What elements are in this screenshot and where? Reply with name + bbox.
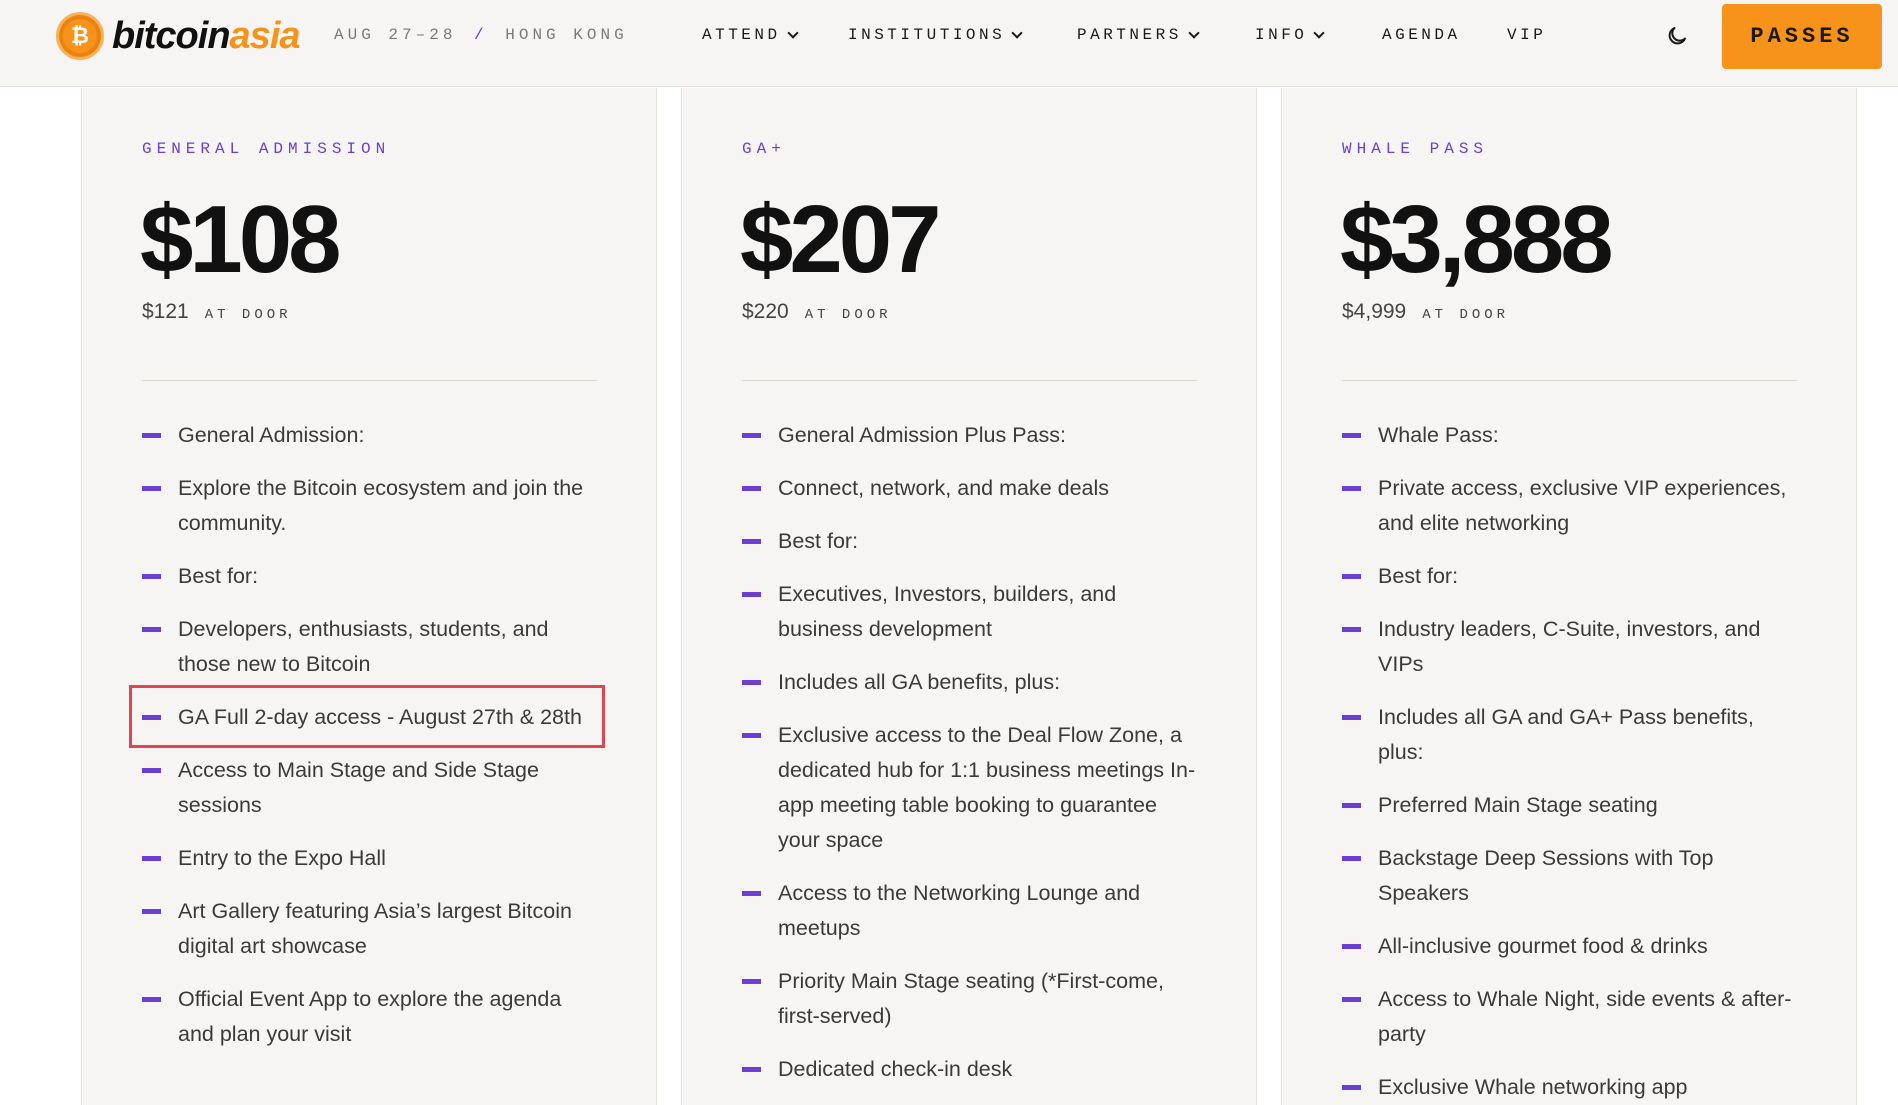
feature-item: Preferred Main Stage seating bbox=[1342, 788, 1802, 823]
feature-item: All-inclusive gourmet food & drinks bbox=[1342, 929, 1802, 964]
feature-item: Exclusive Whale networking app bbox=[1342, 1070, 1802, 1105]
door-price: $121 bbox=[142, 300, 189, 323]
divider bbox=[142, 380, 597, 381]
logo-wordmark: bitcoinasia bbox=[112, 14, 301, 58]
feature-item: Explore the Bitcoin ecosystem and join t… bbox=[142, 471, 602, 541]
chevron-down-icon bbox=[786, 26, 799, 39]
nav-label: PARTNERS bbox=[1077, 26, 1182, 44]
door-price: $4,999 bbox=[1342, 300, 1407, 323]
feature-item: Dedicated check-in desk bbox=[742, 1052, 1202, 1087]
pass-card-ga-plus: GA+ $207 $220 AT DOOR General Admission … bbox=[681, 88, 1257, 1105]
divider bbox=[1342, 380, 1797, 381]
feature-item: Best for: bbox=[742, 524, 1202, 559]
moon-icon[interactable] bbox=[1665, 24, 1689, 48]
door-price-row: $220 AT DOOR bbox=[742, 300, 892, 324]
tier-name: WHALE PASS bbox=[1342, 140, 1489, 158]
feature-item: Access to Main Stage and Side Stage sess… bbox=[142, 753, 602, 823]
feature-item: Exclusive access to the Deal Flow Zone, … bbox=[742, 718, 1202, 858]
chevron-down-icon bbox=[1188, 26, 1200, 39]
event-city: HONG KONG bbox=[505, 26, 628, 44]
date-separator: / bbox=[474, 26, 488, 44]
feature-item: Entry to the Expo Hall bbox=[142, 841, 602, 876]
feature-list: Whale Pass: Private access, exclusive VI… bbox=[1342, 418, 1802, 1105]
nav-label: INFO bbox=[1255, 26, 1308, 44]
feature-list: General Admission: Explore the Bitcoin e… bbox=[142, 418, 602, 1070]
pass-price: $3,888 bbox=[1340, 186, 1614, 293]
door-price-row: $121 AT DOOR bbox=[142, 300, 292, 324]
door-label: AT DOOR bbox=[804, 307, 892, 323]
nav-label: AGENDA bbox=[1382, 26, 1461, 44]
pass-card-general-admission: GENERAL ADMISSION $108 $121 AT DOOR Gene… bbox=[81, 88, 657, 1105]
feature-item: GA Full 2-day access - August 27th & 28t… bbox=[142, 700, 602, 735]
feature-item: Best for: bbox=[1342, 559, 1802, 594]
chevron-down-icon bbox=[1011, 26, 1023, 39]
feature-item: Connect, network, and make deals bbox=[742, 471, 1202, 506]
nav-label: ATTEND bbox=[702, 26, 781, 44]
feature-item: Whale Pass: bbox=[1342, 418, 1802, 453]
bitcoin-coin-icon: ₿ bbox=[56, 12, 104, 60]
passes-button[interactable]: PASSES bbox=[1722, 4, 1882, 69]
nav-institutions[interactable]: INSTITUTIONS bbox=[848, 26, 1023, 44]
nav-attend[interactable]: ATTEND bbox=[702, 26, 799, 44]
feature-item: Includes all GA and GA+ Pass benefits, p… bbox=[1342, 700, 1802, 770]
feature-item: Priority Main Stage seating (*First-come… bbox=[742, 964, 1202, 1034]
feature-item: Official Event App to explore the agenda… bbox=[142, 982, 602, 1052]
tier-name: GENERAL ADMISSION bbox=[142, 140, 391, 158]
event-dates: AUG 27–28 bbox=[334, 26, 457, 44]
feature-item: Executives, Investors, builders, and bus… bbox=[742, 577, 1202, 647]
nav-agenda[interactable]: AGENDA bbox=[1382, 26, 1461, 44]
pass-card-whale-pass: WHALE PASS $3,888 $4,999 AT DOOR Whale P… bbox=[1281, 88, 1857, 1105]
feature-item: Private access, exclusive VIP experience… bbox=[1342, 471, 1802, 541]
door-price-row: $4,999 AT DOOR bbox=[1342, 300, 1509, 324]
site-logo[interactable]: ₿ bitcoinasia bbox=[56, 10, 301, 62]
feature-list: General Admission Plus Pass: Connect, ne… bbox=[742, 418, 1202, 1105]
tier-name: GA+ bbox=[742, 140, 786, 158]
logo-word-main: bitcoin bbox=[112, 14, 231, 57]
divider bbox=[742, 380, 1197, 381]
event-date-location: AUG 27–28 / HONG KONG bbox=[334, 26, 628, 44]
nav-vip[interactable]: VIP bbox=[1507, 26, 1546, 44]
site-header: ₿ bitcoinasia AUG 27–28 / HONG KONG ATTE… bbox=[0, 0, 1898, 87]
nav-label: VIP bbox=[1507, 26, 1547, 44]
feature-item: General Admission: bbox=[142, 418, 602, 453]
logo-word-accent: asia bbox=[229, 14, 301, 57]
nav-partners[interactable]: PARTNERS bbox=[1077, 26, 1200, 44]
pass-price: $108 bbox=[140, 186, 342, 293]
feature-item: Developers, enthusiasts, students, and t… bbox=[142, 612, 602, 682]
feature-item: Art Gallery featuring Asia’s largest Bit… bbox=[142, 894, 602, 964]
nav-label: INSTITUTIONS bbox=[848, 26, 1006, 44]
feature-item: Access to the Networking Lounge and meet… bbox=[742, 876, 1202, 946]
door-label: AT DOOR bbox=[204, 307, 292, 323]
feature-item: Access to Whale Night, side events & aft… bbox=[1342, 982, 1802, 1052]
feature-item: Industry leaders, C-Suite, investors, an… bbox=[1342, 612, 1802, 682]
feature-item: Best for: bbox=[142, 559, 602, 594]
feature-item: Includes all GA benefits, plus: bbox=[742, 665, 1202, 700]
nav-info[interactable]: INFO bbox=[1255, 26, 1326, 44]
door-price: $220 bbox=[742, 300, 789, 323]
feature-item: General Admission Plus Pass: bbox=[742, 418, 1202, 453]
pass-price: $207 bbox=[740, 186, 942, 293]
door-label: AT DOOR bbox=[1422, 307, 1510, 323]
chevron-down-icon bbox=[1313, 26, 1326, 39]
feature-item: Backstage Deep Sessions with Top Speaker… bbox=[1342, 841, 1802, 911]
